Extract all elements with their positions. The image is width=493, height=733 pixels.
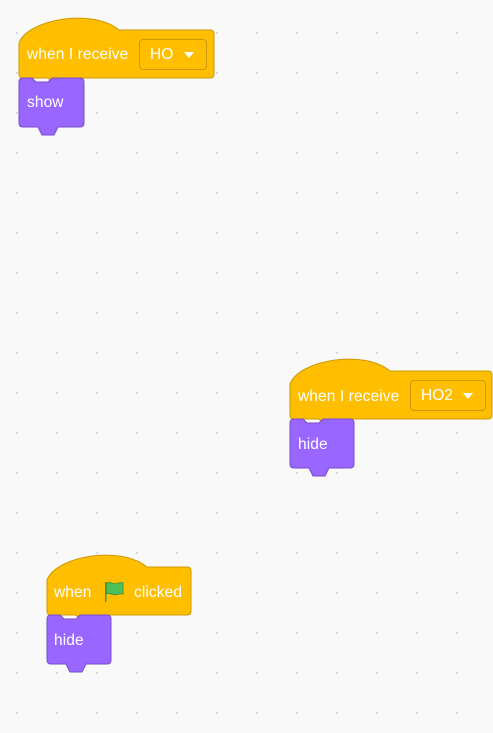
hat-label-when: when <box>54 584 92 601</box>
hide-block-label: hide <box>54 632 84 649</box>
script-when-receive-ho: when I receive HO show <box>18 14 218 139</box>
message-dropdown-value: HO2 <box>421 387 453 404</box>
hide-block-label: hide <box>298 436 328 453</box>
dropdown-arrow-icon <box>463 393 473 399</box>
hat-label: when I receive <box>27 46 129 63</box>
code-workspace[interactable]: when I receive HO show when I receive HO… <box>0 0 493 733</box>
green-flag-icon <box>105 581 124 602</box>
script-when-receive-ho2: when I receive HO2 hide <box>289 355 493 480</box>
hat-label: when I receive <box>298 388 400 405</box>
script-shapes <box>18 17 215 136</box>
hat-label-clicked: clicked <box>134 584 183 601</box>
message-dropdown[interactable]: HO2 <box>410 380 486 411</box>
script-shapes <box>46 554 192 673</box>
script-when-flag-clicked: when clicked hide <box>46 551 196 676</box>
dropdown-arrow-icon <box>184 52 194 58</box>
message-dropdown-value: HO <box>150 46 174 63</box>
show-block-label: show <box>27 94 64 111</box>
message-dropdown[interactable]: HO <box>139 39 207 70</box>
script-shapes <box>289 358 493 477</box>
